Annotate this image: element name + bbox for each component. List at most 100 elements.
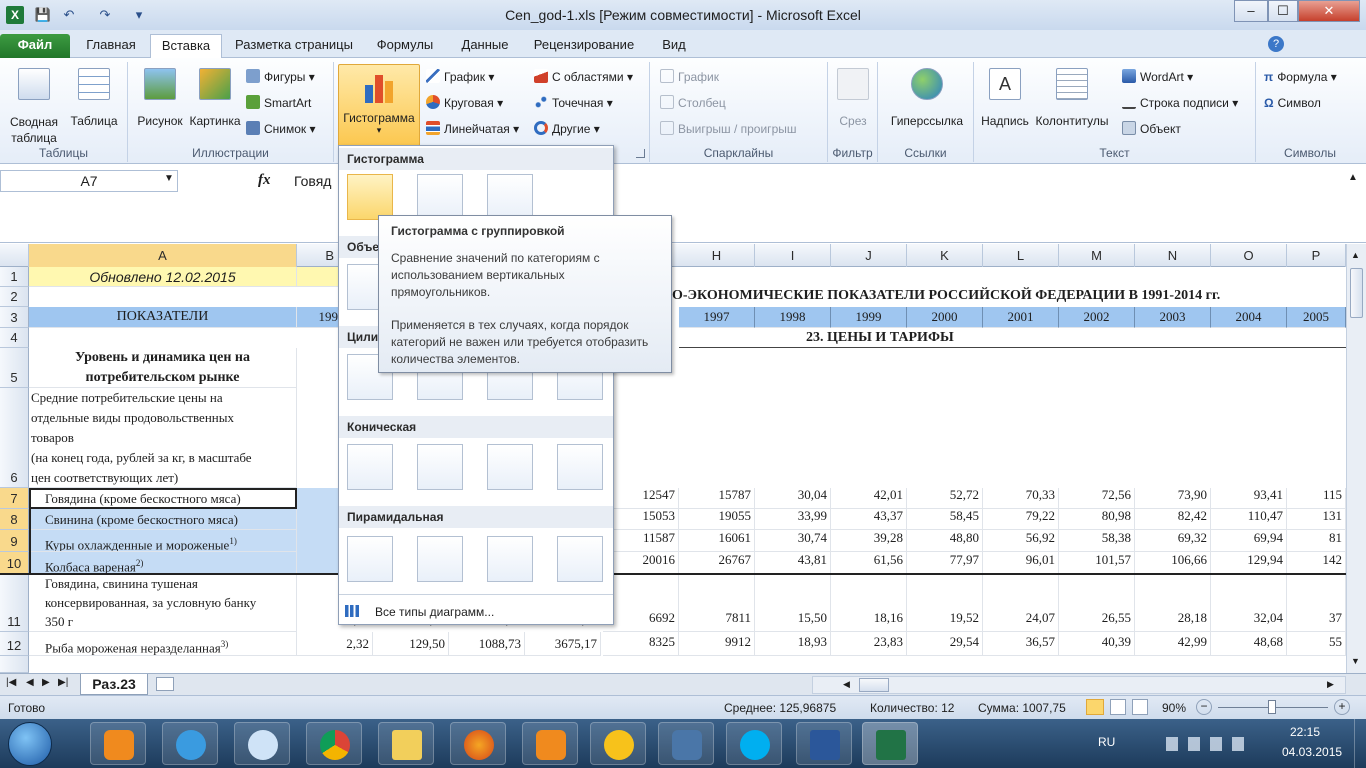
row-header[interactable]: 2 bbox=[0, 287, 29, 307]
value-cell[interactable]: 142 bbox=[1287, 552, 1346, 574]
value-cell[interactable]: 58,38 bbox=[1059, 530, 1135, 552]
row-header[interactable]: 7 bbox=[0, 488, 29, 509]
line-chart-button[interactable]: График ▾ bbox=[426, 66, 494, 88]
object-button[interactable]: Объект bbox=[1122, 118, 1181, 140]
section-title[interactable]: 23. ЦЕНЫ И ТАРИФЫ bbox=[806, 330, 954, 346]
value-cell[interactable]: 93,41 bbox=[1211, 488, 1287, 509]
value-cell[interactable]: 30,04 bbox=[755, 488, 831, 509]
cell-a5[interactable]: Уровень и динамика цен на потребительско… bbox=[29, 348, 297, 388]
word-icon[interactable] bbox=[796, 722, 852, 765]
page-break-view-icon[interactable] bbox=[1132, 699, 1148, 715]
header-footer-button[interactable]: Колонтитулы bbox=[1032, 68, 1112, 128]
chrome-icon[interactable] bbox=[306, 722, 362, 765]
value-cell[interactable]: 28,18 bbox=[1135, 574, 1211, 632]
row-header[interactable]: 8 bbox=[0, 509, 29, 530]
maximize-button[interactable]: ☐ bbox=[1268, 0, 1298, 22]
fx-icon[interactable]: fx bbox=[258, 172, 271, 189]
horizontal-scrollbar[interactable]: ◀ ▶ bbox=[812, 676, 1346, 694]
hyperlink-button[interactable]: Гиперссылка bbox=[884, 68, 970, 128]
name-box[interactable]: A7 bbox=[0, 170, 178, 192]
pivot-table-button[interactable]: Сводная таблица bbox=[4, 68, 64, 146]
name-box-dropdown-icon[interactable]: ▼ bbox=[164, 173, 174, 184]
year-header-cell[interactable]: 2004 bbox=[1211, 307, 1287, 328]
h-scroll-thumb[interactable] bbox=[859, 678, 889, 692]
clipart-button[interactable]: Картинка bbox=[186, 68, 244, 128]
other-charts-button[interactable]: Другие ▾ bbox=[534, 118, 600, 140]
cone-option[interactable] bbox=[347, 444, 393, 490]
cell-a3[interactable]: ПОКАЗАТЕЛИ bbox=[29, 307, 297, 328]
help-icon[interactable]: ? bbox=[1268, 36, 1284, 52]
cell-d12[interactable]: 1088,73 bbox=[449, 632, 525, 656]
cell-a12[interactable]: Рыба мороженая неразделанная3) bbox=[29, 632, 297, 656]
scatter-chart-button[interactable]: Точечная ▾ bbox=[534, 92, 613, 114]
column-header-o[interactable]: O bbox=[1211, 244, 1287, 267]
cell-b3[interactable]: 199 bbox=[297, 307, 339, 328]
value-cell[interactable]: 52,72 bbox=[907, 488, 983, 509]
value-cell[interactable]: 18,16 bbox=[831, 574, 907, 632]
value-cell[interactable]: 70,33 bbox=[983, 488, 1059, 509]
value-cell[interactable]: 48,68 bbox=[1211, 632, 1287, 656]
value-cell[interactable]: 36,57 bbox=[983, 632, 1059, 656]
row-header[interactable]: 3 bbox=[0, 307, 29, 328]
pyramid-option[interactable] bbox=[417, 536, 463, 582]
normal-view-icon[interactable] bbox=[1086, 699, 1104, 715]
value-cell[interactable]: 110,47 bbox=[1211, 509, 1287, 530]
column-header-b[interactable]: B bbox=[297, 244, 339, 267]
cell-b1[interactable] bbox=[297, 267, 339, 287]
cell-c12[interactable]: 129,50 bbox=[373, 632, 449, 656]
table-button[interactable]: Таблица bbox=[66, 68, 122, 128]
explorer-icon[interactable] bbox=[378, 722, 434, 765]
cell-a7[interactable]: Говядина (кроме бескостного мяса) bbox=[29, 488, 297, 509]
next-sheet-icon[interactable]: ▶ bbox=[42, 677, 50, 688]
clock-date[interactable]: 04.03.2015 bbox=[1282, 745, 1342, 759]
column-header-p[interactable]: P bbox=[1287, 244, 1346, 267]
value-cell[interactable]: 73,90 bbox=[1135, 488, 1211, 509]
sparkline-column-button[interactable]: Столбец bbox=[660, 92, 726, 114]
value-cell[interactable]: 131 bbox=[1287, 509, 1346, 530]
pyramid-option[interactable] bbox=[347, 536, 393, 582]
language-indicator[interactable]: RU bbox=[1098, 735, 1115, 749]
value-cell[interactable]: 8325 bbox=[603, 632, 679, 656]
value-cell[interactable]: 29,54 bbox=[907, 632, 983, 656]
tab-formulas[interactable]: Формулы bbox=[368, 34, 442, 58]
pyramid-option[interactable] bbox=[557, 536, 603, 582]
scroll-right-icon[interactable]: ▶ bbox=[1327, 679, 1334, 690]
value-cell[interactable]: 72,56 bbox=[1059, 488, 1135, 509]
value-cell[interactable]: 82,42 bbox=[1135, 509, 1211, 530]
excel-taskbar-icon[interactable] bbox=[862, 722, 918, 765]
select-all[interactable] bbox=[0, 244, 29, 267]
value-cell[interactable]: 69,32 bbox=[1135, 530, 1211, 552]
value-cell[interactable]: 39,28 bbox=[831, 530, 907, 552]
stacked-column-option[interactable] bbox=[417, 174, 463, 220]
value-cell[interactable]: 18,93 bbox=[755, 632, 831, 656]
value-cell[interactable]: 26,55 bbox=[1059, 574, 1135, 632]
tab-view[interactable]: Вид bbox=[652, 34, 696, 58]
column-header-k[interactable]: K bbox=[907, 244, 983, 267]
value-cell[interactable]: 101,57 bbox=[1059, 552, 1135, 574]
scroll-down-icon[interactable]: ▼ bbox=[1351, 656, 1360, 666]
tab-page-layout[interactable]: Разметка страницы bbox=[228, 34, 360, 58]
value-cell[interactable]: 58,45 bbox=[907, 509, 983, 530]
all-chart-types-button[interactable]: Все типы диаграмм... bbox=[345, 602, 494, 622]
equation-button[interactable]: π Формула ▾ bbox=[1264, 66, 1337, 88]
cell-a8[interactable]: Свинина (кроме бескостного мяса) bbox=[29, 509, 297, 530]
symbol-button[interactable]: Ω Символ bbox=[1264, 92, 1321, 114]
vertical-scrollbar[interactable]: ▲ ▼ bbox=[1346, 244, 1366, 673]
year-header-cell[interactable]: 1997 bbox=[679, 307, 755, 328]
tab-file[interactable]: Файл bbox=[0, 34, 70, 58]
column-header-i[interactable]: I bbox=[755, 244, 831, 267]
clock-time[interactable]: 22:15 bbox=[1290, 725, 1320, 739]
year-header-cell[interactable]: 2001 bbox=[983, 307, 1059, 328]
value-cell[interactable]: 15787 bbox=[679, 488, 755, 509]
value-cell[interactable]: 56,92 bbox=[983, 530, 1059, 552]
zoom-slider-thumb[interactable] bbox=[1268, 700, 1276, 714]
wordart-button[interactable]: WordArt ▾ bbox=[1122, 66, 1193, 88]
value-cell[interactable]: 42,99 bbox=[1135, 632, 1211, 656]
scroll-up-icon[interactable]: ▲ bbox=[1351, 250, 1360, 260]
picture-button[interactable]: Рисунок bbox=[132, 68, 188, 128]
cell-b12[interactable]: 2,32 bbox=[297, 632, 373, 656]
year-header-cell[interactable]: 2005 bbox=[1287, 307, 1346, 328]
value-cell[interactable]: 12547 bbox=[603, 488, 679, 509]
cell-a10[interactable]: Колбаса вареная2) bbox=[29, 552, 297, 574]
value-cell[interactable]: 106,66 bbox=[1135, 552, 1211, 574]
